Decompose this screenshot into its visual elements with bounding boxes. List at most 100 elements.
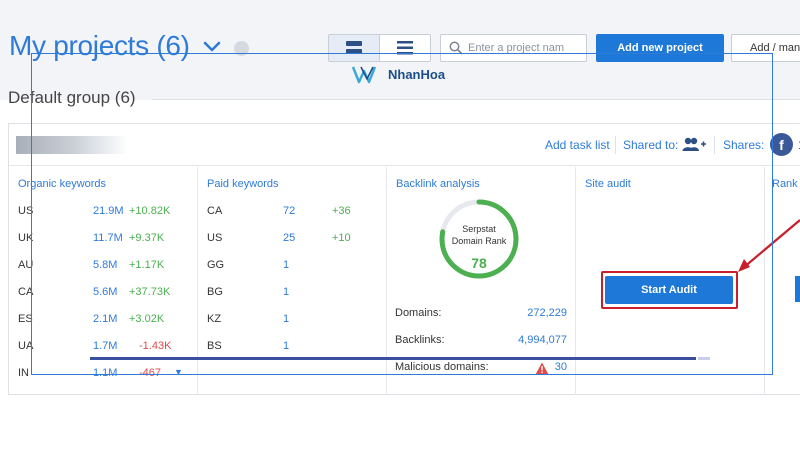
keyword-row: UA 1.7M -1.43K (9, 340, 197, 358)
group-title[interactable]: Default group (6) (8, 88, 136, 108)
country-code: BS (207, 340, 222, 352)
shared-to-label: Shared to: (623, 138, 679, 152)
keyword-change: +37.73K (129, 286, 171, 298)
card-header: Add task list Shared to: Shares: f 1 (9, 124, 800, 166)
keyword-count[interactable]: 2.1M (93, 313, 117, 325)
info-icon[interactable] (234, 41, 249, 56)
country-code: IN (18, 367, 29, 379)
list-view-button[interactable] (380, 35, 431, 61)
overlay-progress-end (698, 357, 710, 360)
keyword-row: CA 72 +36 (198, 205, 386, 223)
facebook-icon[interactable]: f (770, 133, 793, 156)
malicious-domains-value[interactable]: 30 (555, 361, 567, 373)
keyword-row: CA 5.6M +37.73K (9, 286, 197, 304)
pointer-arrow-icon (738, 219, 800, 272)
backlinks-label: Backlinks: (395, 334, 445, 346)
keyword-count[interactable]: 1 (283, 313, 289, 325)
keyword-count[interactable]: 1 (283, 259, 289, 271)
country-code: AU (18, 259, 34, 271)
domains-row: Domains: 272,229 (395, 307, 567, 323)
keyword-change: +1.17K (129, 259, 165, 271)
keyword-count[interactable]: 1 (283, 286, 289, 298)
header-divider (714, 136, 715, 154)
watermark-logo: NhanHoa (352, 64, 445, 84)
chevron-down-icon[interactable] (202, 38, 222, 56)
project-card: Add task list Shared to: Shares: f 1 Org… (8, 123, 800, 395)
group-divider (152, 99, 800, 100)
overlay-progress-bar (90, 357, 696, 360)
backlink-analysis-title[interactable]: Backlink analysis (396, 178, 480, 190)
country-code: US (207, 232, 223, 244)
keyword-change: +3.02K (129, 313, 165, 325)
country-code: ES (18, 313, 33, 325)
keyword-count[interactable]: 11.7M (93, 232, 123, 244)
keyword-row: UK 11.7M +9.37K (9, 232, 197, 250)
keyword-change: +10.82K (129, 205, 171, 217)
country-code: KZ (207, 313, 222, 325)
keyword-change: +36 (332, 205, 351, 217)
keyword-row: BS 1 (198, 340, 386, 358)
search-input[interactable] (468, 38, 584, 58)
keyword-count[interactable]: 1 (283, 340, 289, 352)
keyword-change: -1.43K (139, 340, 172, 352)
backlinks-value[interactable]: 4,994,077 (518, 334, 567, 346)
domains-value[interactable]: 272,229 (527, 307, 567, 319)
country-code: CA (18, 286, 34, 298)
add-new-project-button[interactable]: Add new project (596, 34, 724, 62)
keyword-row: US 25 +10 (198, 232, 386, 250)
compact-view-button[interactable] (329, 35, 380, 61)
keyword-count[interactable]: 72 (283, 205, 295, 217)
gauge-caption-line-2: Domain Rank (451, 236, 507, 246)
keyword-change: -467 (139, 367, 162, 379)
domains-label: Domains: (395, 307, 442, 319)
gauge-caption: Serpstat Domain Rank (438, 223, 520, 247)
keyword-count[interactable]: 1.7M (93, 340, 117, 352)
keyword-row: AU 5.8M +1.17K (9, 259, 197, 277)
keyword-count[interactable]: 5.8M (93, 259, 117, 271)
project-search (440, 34, 587, 62)
project-name-redacted (16, 136, 128, 154)
rank-action-button[interactable] (795, 276, 800, 302)
keyword-row: US 21.9M +10.82K (9, 205, 197, 223)
site-audit-title[interactable]: Site audit (585, 178, 631, 190)
keyword-change: +10 (332, 232, 351, 244)
keyword-count[interactable]: 25 (283, 232, 295, 244)
expand-caret-icon[interactable]: ▼ (174, 367, 183, 377)
country-code: CA (207, 205, 223, 217)
keyword-change: +9.37K (129, 232, 165, 244)
country-code: US (18, 205, 34, 217)
paid-keywords-title[interactable]: Paid keywords (207, 178, 279, 190)
gauge-caption-line-1: Serpstat (462, 224, 496, 234)
add-task-list-link[interactable]: Add task list (545, 138, 610, 152)
organic-keywords-column: Organic keywords US 21.9M +10.82K UK 11.7M +9… (9, 167, 198, 395)
domain-rank-value: 78 (471, 255, 487, 271)
keyword-row: IN 1.1M -467 ▼ (9, 367, 197, 385)
keyword-row: KZ 1 (198, 313, 386, 331)
nhanhoa-logo-icon (352, 66, 377, 84)
logo-text: NhanHoa (388, 66, 446, 82)
shares-label: Shares: (723, 138, 765, 152)
backlinks-row: Backlinks: 4,994,077 (395, 334, 567, 350)
keyword-count[interactable]: 21.9M (93, 205, 124, 217)
header-divider (615, 136, 616, 154)
country-code: GG (207, 259, 225, 271)
paid-keywords-column: Paid keywords CA 72 +36 US 25 +10 GG 1 BG 1 KZ 1 BS 1 (198, 167, 387, 395)
page-title: My projects (6) (9, 30, 190, 61)
backlink-analysis-column: Backlink analysis Serpstat Domain Rank 7… (387, 167, 576, 395)
malicious-domains-row: Malicious domains: 30 (395, 361, 567, 377)
list-view-icon (396, 41, 413, 55)
keyword-row: BG 1 (198, 286, 386, 304)
search-icon (449, 41, 463, 55)
add-user-icon[interactable] (682, 136, 706, 154)
keyword-row: ES 2.1M +3.02K (9, 313, 197, 331)
start-audit-button[interactable]: Start Audit (605, 276, 733, 304)
country-code: BG (207, 286, 223, 298)
warning-icon (535, 362, 549, 375)
keyword-count[interactable]: 1.1M (93, 367, 117, 379)
add-manage-button[interactable]: Add / man (731, 34, 800, 62)
organic-keywords-title[interactable]: Organic keywords (18, 178, 106, 190)
rank-title[interactable]: Rank (772, 178, 798, 190)
keyword-count[interactable]: 5.6M (93, 286, 117, 298)
malicious-domains-label: Malicious domains: (395, 361, 489, 373)
country-code: UA (18, 340, 34, 352)
